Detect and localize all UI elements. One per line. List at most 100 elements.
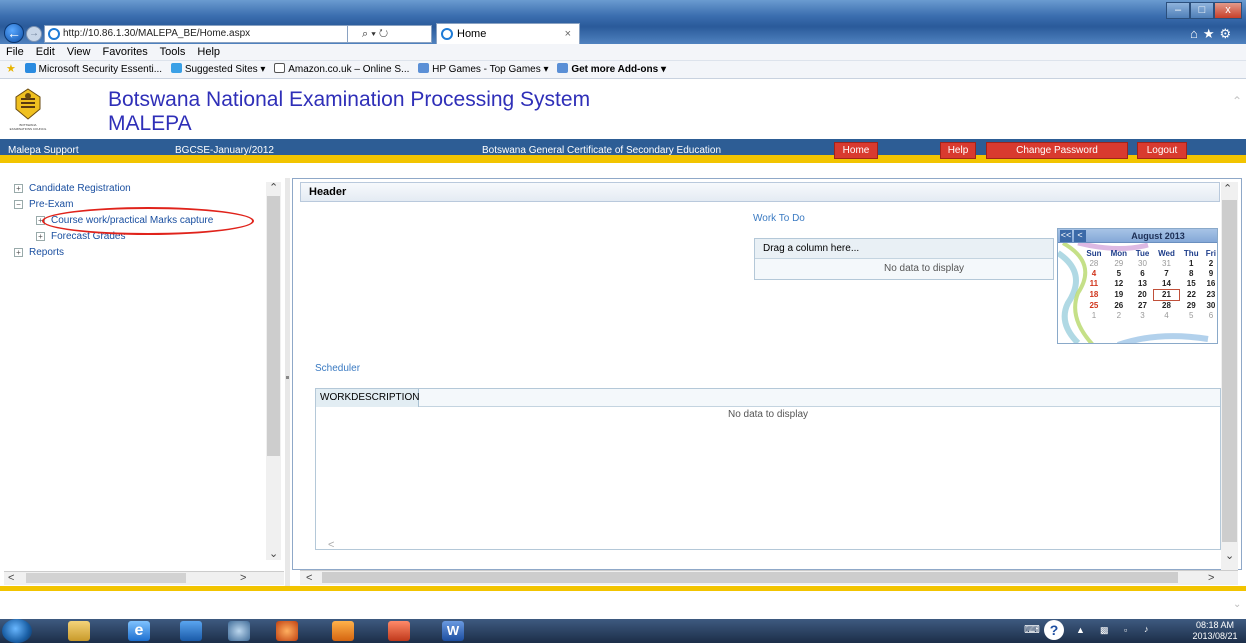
calendar-day[interactable]: 26	[1106, 301, 1132, 312]
calendar-day[interactable]: 6	[1203, 311, 1217, 321]
menu-file[interactable]: File	[6, 46, 24, 58]
internet-explorer-icon[interactable]: e	[128, 621, 150, 641]
scroll-up-icon[interactable]: ⌃	[269, 182, 278, 194]
start-button[interactable]	[2, 619, 32, 643]
menu-view[interactable]: View	[67, 46, 91, 58]
menu-help[interactable]: Help	[197, 46, 220, 58]
column-header-workdescription[interactable]: WORKDESCRIPTION	[316, 389, 419, 407]
calendar-day[interactable]: 20	[1132, 290, 1154, 301]
home-button[interactable]: Home	[834, 142, 878, 159]
word-icon[interactable]: W	[442, 621, 464, 641]
calendar-day[interactable]: 16	[1203, 279, 1217, 290]
fav-get-addons[interactable]: Get more Add-ons ▾	[571, 64, 666, 75]
calendar-day[interactable]: 19	[1106, 290, 1132, 301]
logout-button[interactable]: Logout	[1137, 142, 1187, 159]
expand-icon[interactable]: +	[36, 231, 45, 241]
page-scroll-up-icon[interactable]: ⌃	[1232, 94, 1242, 108]
forward-button[interactable]: →	[26, 26, 42, 42]
group-panel[interactable]: Drag a column here...	[755, 239, 1053, 259]
calendar-day[interactable]: 15	[1180, 279, 1203, 290]
address-controls[interactable]: ⌕ ▾ ↻	[348, 25, 432, 43]
splitter-grip[interactable]	[286, 376, 289, 379]
address-bar[interactable]: http://10.86.1.30/MALEPA_BE/Home.aspx	[44, 25, 348, 43]
taskbar-clock[interactable]: 08:18 AM 2013/08/21	[1186, 620, 1244, 642]
calendar-day[interactable]: 30	[1132, 259, 1154, 269]
app-icon[interactable]	[276, 621, 298, 641]
explorer-icon[interactable]	[68, 621, 90, 641]
favorites-star-icon[interactable]: ★	[6, 63, 16, 75]
calendar-day[interactable]: 5	[1106, 269, 1132, 279]
calendar-day[interactable]: 27	[1132, 301, 1154, 312]
calendar-day[interactable]: 9	[1203, 269, 1217, 279]
scroll-right-icon[interactable]: >	[1208, 572, 1214, 584]
close-button[interactable]: x	[1214, 2, 1242, 19]
calendar-day[interactable]: 3	[1132, 311, 1154, 321]
calendar-day[interactable]: 4	[1153, 311, 1179, 321]
tab-close-icon[interactable]: ×	[565, 24, 571, 44]
grid-scroll-left-icon[interactable]: <	[328, 539, 334, 551]
fav-suggested-sites[interactable]: Suggested Sites ▾	[185, 64, 266, 75]
calendar-day[interactable]: 25	[1082, 301, 1106, 312]
volume-icon[interactable]: ♪	[1144, 624, 1149, 634]
scroll-up-icon[interactable]: ⌃	[1223, 183, 1232, 195]
scroll-right-icon[interactable]: >	[240, 572, 246, 584]
help-icon[interactable]: ?	[1044, 620, 1064, 640]
fav-amazon[interactable]: Amazon.co.uk – Online S...	[288, 64, 409, 75]
calendar-day[interactable]: 4	[1082, 269, 1106, 279]
prev-year-button[interactable]: <<	[1060, 230, 1072, 242]
tree-label[interactable]: Reports	[29, 247, 64, 258]
calendar-day[interactable]: 1	[1180, 259, 1203, 269]
minimize-button[interactable]: –	[1166, 2, 1190, 19]
maximize-button[interactable]: □	[1190, 2, 1214, 19]
help-button[interactable]: Help	[940, 142, 976, 159]
keyboard-icon[interactable]: ⌨	[1024, 623, 1040, 636]
calendar-day[interactable]: 22	[1180, 290, 1203, 301]
scroll-left-icon[interactable]: <	[8, 572, 14, 584]
menu-tools[interactable]: Tools	[160, 46, 186, 58]
left-vertical-scroll-thumb[interactable]	[267, 196, 280, 456]
back-button[interactable]: ←	[4, 23, 24, 43]
calendar-day[interactable]: 8	[1180, 269, 1203, 279]
calendar-day[interactable]: 1	[1082, 311, 1106, 321]
calendar-day[interactable]: 5	[1180, 311, 1203, 321]
support-link[interactable]: Malepa Support	[8, 139, 79, 163]
calendar-day[interactable]: 23	[1203, 290, 1217, 301]
calendar-day[interactable]: 18	[1082, 290, 1106, 301]
right-horizontal-scroll-thumb[interactable]	[322, 572, 1178, 583]
hp-icon[interactable]	[228, 621, 250, 641]
calendar-day[interactable]: 31	[1153, 259, 1179, 269]
tree-label[interactable]: Candidate Registration	[29, 183, 131, 194]
tab-home[interactable]: Home ×	[436, 23, 580, 44]
calendar-day[interactable]: 6	[1132, 269, 1154, 279]
prev-month-button[interactable]: <	[1074, 230, 1086, 242]
tree-label[interactable]: Pre-Exam	[29, 199, 73, 210]
scroll-down-icon[interactable]: ⌄	[269, 548, 278, 560]
panel-splitter[interactable]	[285, 178, 290, 586]
tree-node-candidate-registration[interactable]: + Candidate Registration	[14, 182, 264, 198]
calendar-day[interactable]: 28	[1153, 301, 1179, 312]
calendar-day[interactable]: 13	[1132, 279, 1154, 290]
fav-hp-games[interactable]: HP Games - Top Games ▾	[432, 64, 548, 75]
calendar-day[interactable]: 28	[1082, 259, 1106, 269]
home-favorites-settings-icons[interactable]: ⌂★⚙	[1190, 26, 1244, 42]
expand-icon[interactable]: +	[14, 183, 23, 193]
calendar-day[interactable]: 7	[1153, 269, 1179, 279]
calendar-day[interactable]: 14	[1153, 279, 1179, 290]
calendar-day[interactable]: 2	[1203, 259, 1217, 269]
calendar-day[interactable]: 29	[1180, 301, 1203, 312]
page-scroll-down-icon[interactable]: ⌄	[1233, 599, 1241, 610]
tray-expand-icon[interactable]: ▲	[1076, 625, 1085, 635]
media-player-icon[interactable]	[180, 621, 202, 641]
menu-edit[interactable]: Edit	[36, 46, 55, 58]
calendar-day-today[interactable]: 21	[1152, 289, 1181, 301]
calendar-day[interactable]: 2	[1106, 311, 1132, 321]
menu-favorites[interactable]: Favorites	[103, 46, 148, 58]
fav-security-essentials[interactable]: Microsoft Security Essenti...	[39, 64, 162, 75]
tree-node-reports[interactable]: + Reports	[14, 246, 264, 262]
scroll-left-icon[interactable]: <	[306, 572, 312, 584]
outlook-icon[interactable]	[332, 621, 354, 641]
collapse-icon[interactable]: −	[14, 199, 23, 209]
expand-icon[interactable]: +	[14, 247, 23, 257]
network-icon[interactable]: ▩	[1100, 625, 1109, 636]
change-password-button[interactable]: Change Password	[986, 142, 1128, 159]
